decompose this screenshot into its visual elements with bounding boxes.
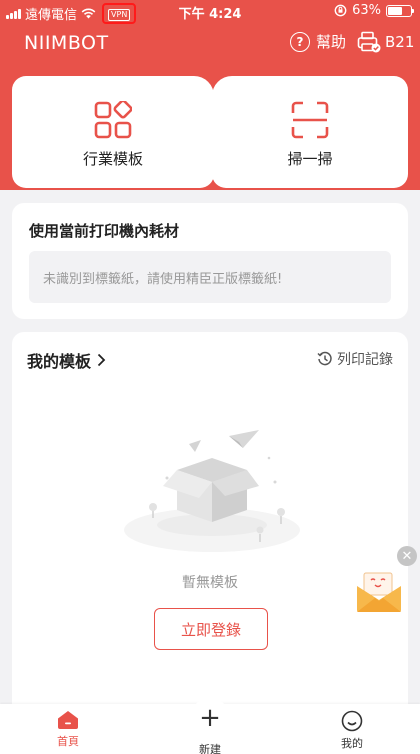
my-templates-link[interactable]: 我的模板: [27, 348, 106, 372]
close-icon[interactable]: ✕: [397, 546, 417, 566]
wifi-icon: [81, 8, 96, 19]
scan-label: 掃一掃: [287, 150, 333, 168]
industry-templates-button[interactable]: 行業模板: [12, 76, 214, 188]
my-templates-title: 我的模板: [27, 352, 92, 371]
consumables-card: 使用當前打印機內耗材 未識別到標籤紙，請使用精臣正版標籤紙!: [12, 203, 408, 319]
battery-fill: [388, 6, 402, 15]
empty-templates-text: 暫無模板: [182, 575, 238, 591]
grid-icon: [94, 101, 132, 139]
print-record-label: 列印記錄: [337, 352, 393, 368]
printer-button[interactable]: B21: [357, 31, 414, 53]
help-label: 幫助: [316, 33, 347, 51]
orientation-lock-icon: [334, 4, 347, 17]
app-header: NIIMBOT ? 幫助 B21: [0, 28, 420, 60]
nav-mine-label: 我的: [341, 737, 363, 750]
scan-button[interactable]: 掃一掃: [212, 76, 408, 188]
my-templates-card: 我的模板 列印記錄 暫無模板 立即登錄: [12, 332, 408, 732]
home-icon: [58, 711, 78, 729]
status-left: 遠傳電信 VPN: [6, 3, 137, 24]
help-icon: ?: [290, 31, 310, 52]
printer-icon: [357, 31, 381, 53]
consumables-message: 未識別到標籤紙，請使用精臣正版標籤紙!: [43, 271, 283, 287]
consumables-message-box: 未識別到標籤紙，請使用精臣正版標籤紙!: [29, 251, 391, 303]
nav-mine[interactable]: 我的: [322, 710, 382, 751]
consumables-title: 使用當前打印機內耗材: [29, 222, 180, 240]
vpn-highlight: VPN: [102, 3, 137, 24]
battery-icon: [386, 4, 414, 17]
nav-new-label: 新建: [199, 743, 221, 754]
nav-home[interactable]: 首頁: [38, 710, 98, 749]
scan-icon: [291, 101, 329, 139]
battery-percent: 63%: [352, 3, 381, 18]
envelope-icon[interactable]: [355, 570, 403, 614]
bottom-nav: 首頁 + 新建 我的: [0, 698, 420, 754]
app-logo: NIIMBOT: [24, 32, 109, 54]
carrier-label: 遠傳電信: [25, 8, 78, 23]
signal-icon: [6, 8, 21, 19]
history-icon: [317, 351, 332, 366]
industry-templates-label: 行業模板: [82, 150, 143, 168]
plus-icon: +: [190, 698, 230, 738]
vpn-badge: VPN: [108, 9, 131, 21]
empty-box-illustration: [124, 430, 300, 552]
status-bar: 遠傳電信 VPN 下午 4:24 63%: [0, 0, 420, 24]
nav-new[interactable]: + 新建: [180, 698, 240, 754]
help-button[interactable]: ? 幫助: [290, 31, 346, 52]
smile-icon: [341, 710, 363, 732]
status-right: 63%: [334, 3, 414, 18]
login-button[interactable]: 立即登錄: [154, 608, 268, 650]
nav-home-label: 首頁: [57, 735, 79, 748]
printer-model: B21: [385, 33, 415, 51]
print-record-button[interactable]: 列印記錄: [317, 349, 393, 369]
chevron-right-icon: [97, 353, 106, 367]
